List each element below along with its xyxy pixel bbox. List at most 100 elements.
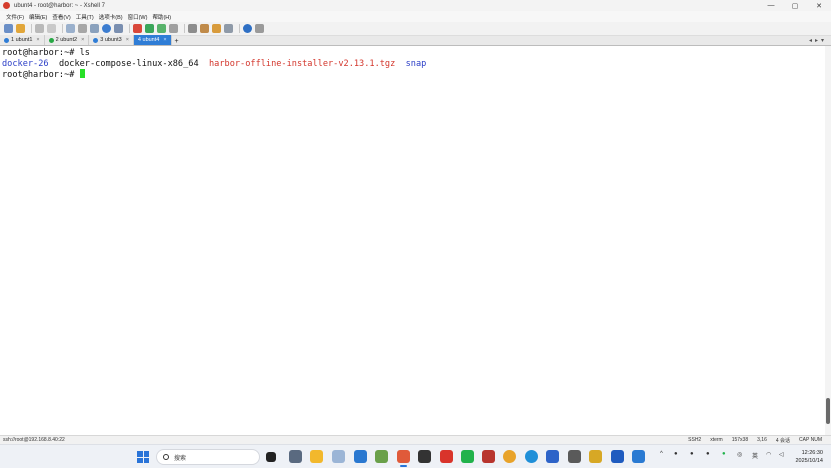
disconnect-icon[interactable]: [35, 24, 44, 33]
connection-address: ssh://root@192.168.8.40:22: [3, 437, 65, 443]
app-icon[interactable]: [440, 450, 453, 463]
close-tab-icon[interactable]: ×: [81, 37, 84, 43]
app-icon[interactable]: [546, 450, 559, 463]
chrome-icon[interactable]: [503, 450, 516, 463]
ls-entry: docker-compose-linux-x86_64: [58, 58, 199, 69]
help-icon[interactable]: [243, 24, 252, 33]
xshell-taskbar-icon[interactable]: [397, 450, 410, 467]
volume-icon[interactable]: ◁: [779, 451, 784, 458]
app-icon[interactable]: [418, 450, 431, 463]
settings-icon[interactable]: [289, 450, 302, 463]
app-icon[interactable]: [632, 450, 645, 463]
windows-logo-icon: [143, 457, 149, 463]
tab-ubunt2[interactable]: 2 ubunt2 ×: [44, 35, 90, 45]
qq-icon[interactable]: ●: [674, 451, 678, 457]
shell-command: ls: [79, 48, 90, 58]
tunnel-icon[interactable]: [145, 24, 154, 33]
minimize-button[interactable]: —: [759, 0, 783, 11]
close-tab-icon[interactable]: ×: [126, 37, 129, 43]
print-icon[interactable]: [90, 24, 99, 33]
word-icon[interactable]: [611, 450, 624, 463]
clock-time: 12:26:30: [801, 450, 823, 456]
properties-icon[interactable]: [66, 24, 75, 33]
new-tab-icon[interactable]: +: [172, 38, 182, 45]
terminal-scrollbar[interactable]: [825, 46, 831, 435]
taskbar-search[interactable]: 搜索: [156, 449, 260, 465]
fullscreen-icon[interactable]: [157, 24, 166, 33]
toolbar-divider: [184, 24, 185, 33]
start-button[interactable]: [137, 451, 149, 463]
tab-ubunt3[interactable]: 3 ubunt3 ×: [89, 35, 134, 45]
menu-view[interactable]: 查看(V): [52, 13, 70, 21]
keyboard-icon[interactable]: [188, 24, 197, 33]
new-session-icon[interactable]: [4, 24, 13, 33]
close-tab-icon[interactable]: ×: [36, 37, 39, 43]
ls-entry: docker-26: [2, 58, 49, 69]
menu-tools[interactable]: 工具(T): [76, 13, 94, 21]
search-icon: [163, 454, 169, 460]
open-folder-icon[interactable]: [16, 24, 25, 33]
tab-label: 1 ubunt1: [11, 37, 33, 43]
vscode-icon[interactable]: [354, 450, 367, 463]
compose-icon[interactable]: [212, 24, 221, 33]
title-bar: ubunt4 - root@harbor: ~ - Xshell 7 — ▢ ✕: [0, 0, 831, 11]
ls-entry: snap: [405, 58, 427, 69]
file-explorer-icon[interactable]: [310, 450, 323, 463]
search-placeholder: 搜索: [174, 455, 187, 462]
status-bar: ssh://root@192.168.8.40:22 SSH2 xterm 15…: [0, 435, 831, 444]
close-tab-icon[interactable]: ×: [163, 37, 166, 43]
edge-icon[interactable]: [525, 450, 538, 463]
xftp-icon[interactable]: [133, 24, 142, 33]
app-icon[interactable]: [375, 450, 388, 463]
tray-overflow-icon[interactable]: ^: [660, 451, 663, 457]
ls-output: docker-26 docker-compose-linux-x86_64 ha…: [2, 59, 825, 70]
menu-tab[interactable]: 选项卡(B): [99, 13, 123, 21]
menu-file[interactable]: 文件(F): [6, 13, 24, 21]
protocol-status: SSH2: [688, 437, 702, 443]
shell-prompt: root@harbor:~#: [2, 48, 80, 58]
window-title: ubunt4 - root@harbor: ~ - Xshell 7: [14, 2, 105, 9]
app-icon[interactable]: [332, 450, 345, 463]
task-view-icon[interactable]: [266, 452, 276, 462]
ime-tray-icon[interactable]: ◎: [737, 451, 742, 458]
wechat-icon[interactable]: [461, 450, 474, 463]
network-icon[interactable]: ◠: [766, 451, 771, 458]
info-icon[interactable]: [255, 24, 264, 33]
app-icon[interactable]: [589, 450, 602, 463]
reconnect-icon[interactable]: [47, 24, 56, 33]
windows-logo-icon: [137, 457, 143, 463]
terminal-line: root@harbor:~#: [2, 69, 825, 81]
app-icon[interactable]: [568, 450, 581, 463]
tab-ubunt1[interactable]: 1 ubunt1 ×: [0, 35, 45, 45]
menu-help[interactable]: 帮助(H): [152, 13, 171, 21]
input-language[interactable]: 英: [752, 451, 758, 460]
qq-icon[interactable]: ●: [706, 451, 710, 457]
toolbar-divider: [62, 24, 63, 33]
terminal-screen[interactable]: root@harbor:~# ls docker-26 docker-compo…: [0, 46, 825, 435]
toolbar-divider: [239, 24, 240, 33]
highlight-icon[interactable]: [200, 24, 209, 33]
clock-date: 2025/10/14: [795, 458, 823, 464]
wechat-tray-icon[interactable]: ●: [722, 451, 726, 457]
session-status-icon: [93, 37, 99, 43]
keyboard-state: CAP NUM: [799, 437, 822, 443]
tab-ubunt4[interactable]: 4 ubunt4 ×: [133, 35, 172, 45]
toolbar-divider: [129, 24, 130, 33]
system-clock[interactable]: 12:26:30 2025/10/14: [795, 449, 823, 465]
layout-icon[interactable]: [224, 24, 233, 33]
maximize-button[interactable]: ▢: [783, 0, 807, 11]
tab-nav-arrows-icon[interactable]: ◂▸▾: [809, 37, 827, 44]
session-tab-bar: 1 ubunt1 × 2 ubunt2 × 3 ubunt3 × 4 ubunt…: [0, 35, 831, 46]
script-icon[interactable]: [114, 24, 123, 33]
globe-icon[interactable]: [102, 24, 111, 33]
ls-entry: harbor-offline-installer-v2.13.1.tgz: [209, 58, 396, 69]
scrollbar-thumb[interactable]: [826, 398, 830, 424]
close-button[interactable]: ✕: [807, 0, 831, 11]
menu-window[interactable]: 窗口(W): [128, 13, 148, 21]
qq-icon[interactable]: ●: [690, 451, 694, 457]
app-icon[interactable]: [482, 450, 495, 463]
lock-icon[interactable]: [169, 24, 178, 33]
session-status-icon: [48, 37, 54, 43]
find-icon[interactable]: [78, 24, 87, 33]
menu-edit[interactable]: 编辑(E): [29, 13, 47, 21]
